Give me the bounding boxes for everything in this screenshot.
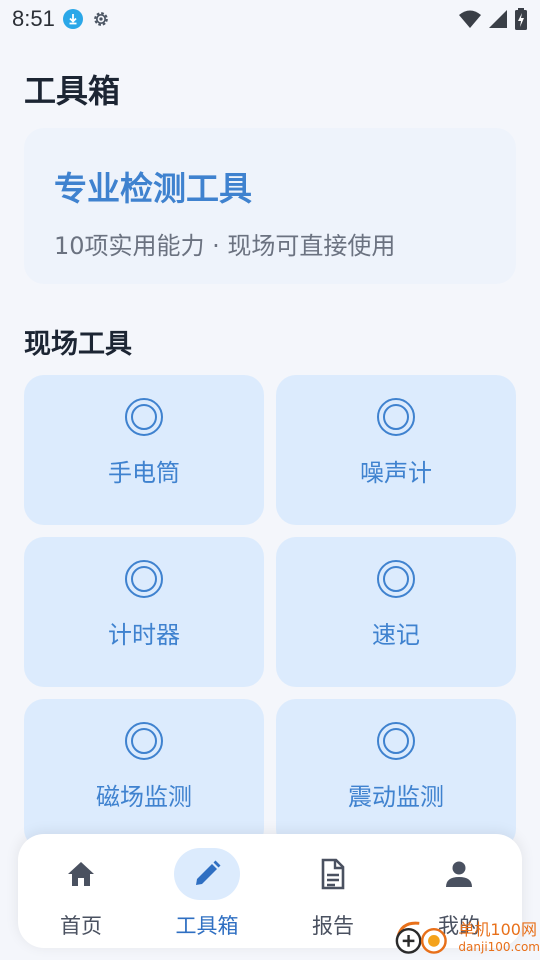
battery-charging-icon (515, 8, 527, 30)
tool-magnetic-field[interactable]: 磁场监测 (24, 699, 264, 849)
nav-toolbox[interactable]: 工具箱 (152, 848, 262, 940)
status-time: 8:51 (12, 6, 55, 31)
tool-quick-notes[interactable]: 速记 (276, 537, 516, 687)
wifi-icon (459, 10, 481, 28)
watermark-logo-icon (395, 921, 447, 954)
tool-vibration[interactable]: 震动监测 (276, 699, 516, 849)
nav-reports[interactable]: 报告 (278, 848, 388, 940)
ring-icon (125, 722, 163, 760)
person-icon (446, 861, 472, 887)
watermark-url: danji100.com (458, 939, 540, 954)
tool-noise-meter[interactable]: 噪声计 (276, 375, 516, 525)
home-icon (68, 862, 94, 886)
page-title: 工具箱 (24, 72, 121, 110)
tool-label: 噪声计 (360, 459, 432, 487)
tool-label: 手电筒 (108, 459, 180, 487)
tool-label: 磁场监测 (96, 783, 192, 811)
tool-label: 速记 (372, 621, 420, 649)
hero-subtitle: 10项实用能力 · 现场可直接使用 (54, 232, 396, 260)
tool-grid: 手电筒 噪声计 计时器 速记 磁场监测 震动监测 (24, 375, 516, 849)
download-icon (62, 9, 83, 29)
section-title: 现场工具 (24, 329, 132, 360)
ring-icon (125, 398, 163, 436)
tool-label: 震动监测 (348, 783, 444, 811)
tool-label: 计时器 (108, 621, 180, 649)
hero-title: 专业检测工具 (54, 169, 252, 208)
signal-icon (489, 10, 507, 28)
ring-icon (377, 398, 415, 436)
ring-icon (377, 722, 415, 760)
nav-label: 报告 (312, 914, 354, 938)
gear-icon (93, 12, 108, 26)
watermark: 单机100网 danji100.com (392, 914, 540, 960)
ring-icon (125, 560, 163, 598)
watermark-name: 单机100网 (458, 919, 537, 939)
status-bar: 8:51 (0, 0, 540, 38)
tool-flashlight[interactable]: 手电筒 (24, 375, 264, 525)
tool-timer[interactable]: 计时器 (24, 537, 264, 687)
nav-home[interactable]: 首页 (26, 848, 136, 940)
hero-card: 专业检测工具 10项实用能力 · 现场可直接使用 (24, 128, 516, 284)
pencil-icon (196, 860, 221, 885)
document-icon (321, 858, 345, 890)
nav-label: 工具箱 (175, 914, 239, 938)
nav-label: 首页 (60, 914, 102, 938)
ring-icon (377, 560, 415, 598)
